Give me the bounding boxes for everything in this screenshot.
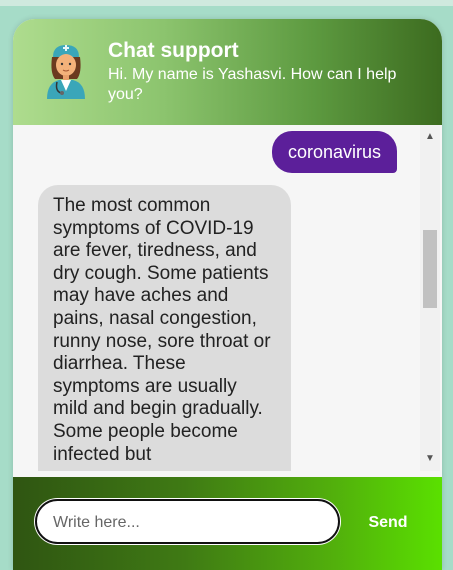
user-message: coronavirus [271,131,397,173]
bot-message: The most common symptoms of COVID-19 are… [38,185,291,471]
message-scrollbar[interactable]: ▲ ▼ [420,125,440,471]
chat-window: Chat support Hi. My name is Yashasvi. Ho… [13,19,442,570]
chat-subtitle: Hi. My name is Yashasvi. How can I help … [108,66,397,103]
composer-bar: Send [13,477,442,570]
chat-header: Chat support Hi. My name is Yashasvi. Ho… [13,19,442,125]
page-top-strip [0,0,453,6]
scroll-up-arrow-icon[interactable]: ▲ [420,131,440,143]
scroll-down-arrow-icon[interactable]: ▼ [420,453,440,465]
send-button[interactable]: Send [358,507,418,537]
message-input-wrapper [35,499,340,544]
chat-title: Chat support [108,39,239,62]
message-input[interactable] [51,501,325,544]
scrollbar-thumb[interactable] [423,230,437,308]
doctor-avatar-icon [47,45,85,99]
message-list[interactable]: coronavirus The most common symptoms of … [13,125,417,471]
